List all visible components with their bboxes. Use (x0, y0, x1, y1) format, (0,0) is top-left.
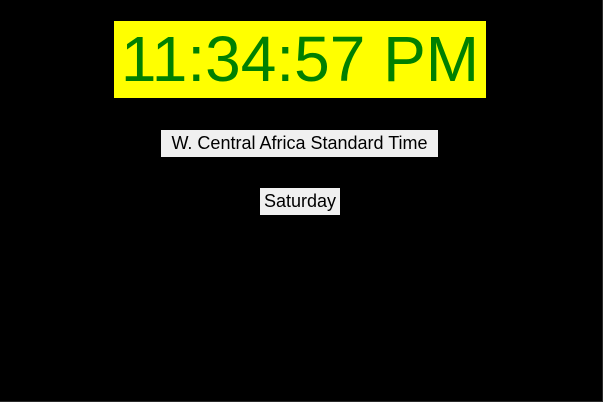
clock-time-display: 11:34:57 PM (114, 21, 486, 98)
clock-window: 11:34:57 PM W. Central Africa Standard T… (0, 0, 603, 402)
timezone-label: W. Central Africa Standard Time (161, 130, 438, 157)
day-of-week-label: Saturday (260, 188, 340, 215)
